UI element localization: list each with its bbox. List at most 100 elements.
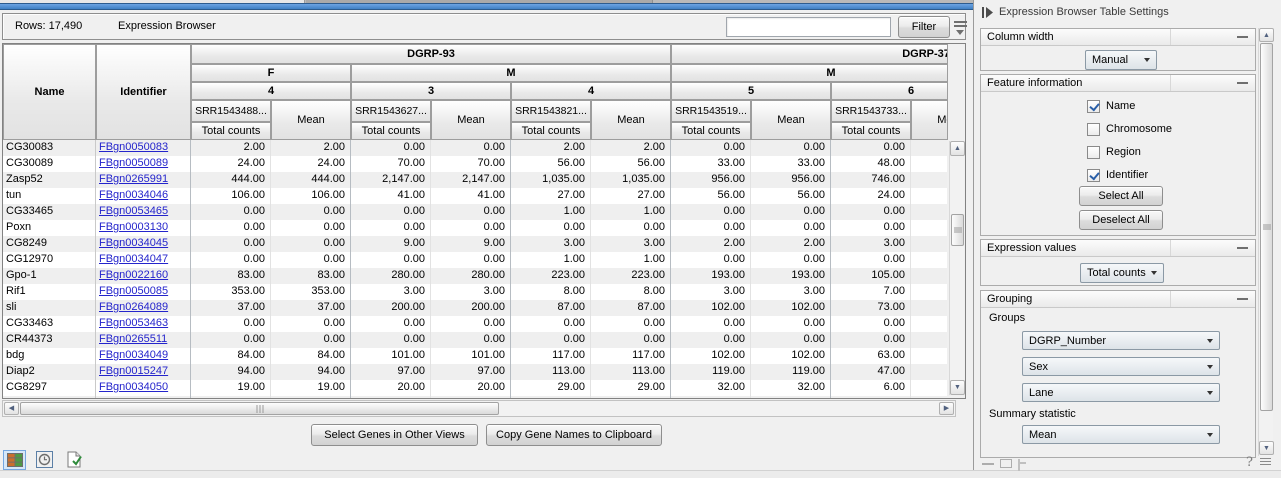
checkbox-region[interactable] <box>1087 146 1100 159</box>
table-row[interactable]: sliFBgn026408937.0037.00200.00200.0087.0… <box>3 300 947 316</box>
table-row[interactable]: Diap2FBgn001524794.0094.0097.0097.00113.… <box>3 364 947 380</box>
identifier-link[interactable]: FBgn0034046 <box>99 189 168 201</box>
vertical-scroll-thumb[interactable] <box>951 214 964 246</box>
checkbox-name[interactable] <box>1087 100 1100 113</box>
group-dropdown-sex[interactable]: Sex <box>1022 357 1220 376</box>
float-panel-icon[interactable] <box>1000 459 1012 468</box>
select-all-button[interactable]: Select All <box>1079 186 1163 206</box>
identifier-link[interactable]: FBgn0050085 <box>99 285 168 297</box>
expression-values-dropdown[interactable]: Total counts <box>1080 263 1164 283</box>
element-info-view-icon[interactable] <box>63 450 86 470</box>
minimize-panel-icon[interactable] <box>982 463 994 465</box>
feature-checkbox-row[interactable]: Identifier <box>1087 168 1148 182</box>
identifier-link[interactable]: FBgn0034049 <box>99 349 168 361</box>
scroll-down-arrow[interactable]: ▼ <box>1259 441 1274 455</box>
scroll-down-arrow[interactable]: ▼ <box>950 380 965 395</box>
collapse-panel-icon[interactable] <box>982 7 993 18</box>
table-row[interactable]: MlfFBgn0034051333.00333.00241.00241.0026… <box>3 396 947 398</box>
checkbox-identifier[interactable] <box>1087 169 1100 182</box>
sample-header[interactable]: SRR1543627... <box>351 100 431 122</box>
sample-header[interactable]: SRR1543519... <box>671 100 751 122</box>
table-row[interactable]: Gpo-1FBgn002216083.0083.00280.00280.0022… <box>3 268 947 284</box>
identifier-link[interactable]: FBgn0050089 <box>99 157 168 169</box>
collapse-section-icon[interactable] <box>1237 298 1248 300</box>
total-counts-header[interactable]: Total counts <box>511 122 591 140</box>
total-counts-header[interactable]: Total counts <box>671 122 751 140</box>
section-header[interactable]: Expression values <box>981 240 1255 257</box>
total-counts-header[interactable]: Total counts <box>191 122 271 140</box>
table-row[interactable]: CG33465FBgn00534650.000.000.000.001.001.… <box>3 204 947 220</box>
identifier-link[interactable]: FBgn0022160 <box>99 269 168 281</box>
dock-panel-icon[interactable] <box>1018 459 1020 471</box>
table-row[interactable]: bdgFBgn003404984.0084.00101.00101.00117.… <box>3 348 947 364</box>
identifier-link[interactable]: FBgn0053463 <box>99 317 168 329</box>
identifier-link[interactable]: FBgn0003130 <box>99 221 168 233</box>
group-dropdown-lane[interactable]: Lane <box>1022 383 1220 402</box>
history-view-icon[interactable] <box>33 450 56 470</box>
section-header[interactable]: Feature information <box>981 75 1255 92</box>
scroll-up-arrow[interactable]: ▲ <box>950 141 965 156</box>
identifier-link[interactable]: FBgn0053465 <box>99 205 168 217</box>
total-counts-header[interactable]: Total counts <box>831 122 911 140</box>
sample-header[interactable]: SRR1543488... <box>191 100 271 122</box>
table-row[interactable]: CG8297FBgn003405019.0019.0020.0020.0029.… <box>3 380 947 396</box>
collapse-section-icon[interactable] <box>1237 82 1248 84</box>
sample-header[interactable]: SRR1543733... <box>831 100 911 122</box>
total-counts-header[interactable]: Total counts <box>351 122 431 140</box>
identifier-link[interactable]: FBgn0265511 <box>99 333 167 345</box>
collapse-section-icon[interactable] <box>1237 247 1248 249</box>
feature-checkbox-row[interactable]: Region <box>1087 145 1141 159</box>
identifier-link[interactable]: FBgn0034045 <box>99 237 168 249</box>
scroll-left-arrow[interactable]: ◀ <box>4 402 19 415</box>
scroll-up-arrow[interactable]: ▲ <box>1259 28 1274 42</box>
feature-checkbox-row[interactable]: Name <box>1087 99 1135 113</box>
copy-gene-names-button[interactable]: Copy Gene Names to Clipboard <box>486 424 662 446</box>
section-header[interactable]: Column width <box>981 29 1255 46</box>
scroll-right-arrow[interactable]: ▶ <box>939 402 954 415</box>
filter-options-icon[interactable] <box>953 20 969 36</box>
table-horizontal-scrollbar[interactable]: ◀ ▶ <box>2 400 956 417</box>
table-view-icon[interactable] <box>3 450 26 470</box>
table-row[interactable]: CG30089FBgn005008924.0024.0070.0070.0056… <box>3 156 947 172</box>
table-row[interactable]: CG30083FBgn00500832.002.000.000.002.002.… <box>3 140 947 156</box>
table-row[interactable]: PoxnFBgn00031300.000.000.000.000.000.000… <box>3 220 947 236</box>
table-row[interactable]: Rif1FBgn0050085353.00353.003.003.008.008… <box>3 284 947 300</box>
help-icon[interactable]: ? <box>1246 455 1253 470</box>
collapse-section-icon[interactable] <box>1237 36 1248 38</box>
table-row[interactable]: tunFBgn0034046106.00106.0041.0041.0027.0… <box>3 188 947 204</box>
identifier-link[interactable]: FBgn0015247 <box>99 365 168 377</box>
identifier-link[interactable]: FBgn0265991 <box>99 173 168 185</box>
identifier-link[interactable]: FBgn0034051 <box>99 397 168 398</box>
feature-checkbox-row[interactable]: Chromosome <box>1087 122 1172 136</box>
identifier-link[interactable]: FBgn0034047 <box>99 253 168 265</box>
deselect-all-button[interactable]: Deselect All <box>1079 210 1163 230</box>
summary-statistic-dropdown[interactable]: Mean <box>1022 425 1220 444</box>
identifier-link[interactable]: FBgn0034050 <box>99 381 168 393</box>
section-header[interactable]: Grouping <box>981 291 1255 308</box>
identifier-link[interactable]: FBgn0264089 <box>99 301 168 313</box>
sample-header[interactable]: SRR1543821... <box>511 100 591 122</box>
identifier-link[interactable]: FBgn0050083 <box>99 141 168 153</box>
filter-input[interactable] <box>726 17 891 37</box>
mean-header[interactable]: Mean <box>271 100 351 140</box>
column-header-identifier[interactable]: Identifier <box>96 44 191 140</box>
filter-button[interactable]: Filter <box>898 16 950 38</box>
group-dropdown-dgrp_number[interactable]: DGRP_Number <box>1022 331 1220 350</box>
table-row[interactable]: CR44373FBgn02655110.000.000.000.000.000.… <box>3 332 947 348</box>
panel-scroll-thumb[interactable] <box>1260 43 1273 411</box>
horizontal-scroll-thumb[interactable] <box>20 402 499 415</box>
column-header-name[interactable]: Name <box>3 44 96 140</box>
view-settings-icon[interactable] <box>1260 458 1272 468</box>
table-row[interactable]: CG33463FBgn00534630.000.000.000.000.000.… <box>3 316 947 332</box>
table-vertical-scrollbar[interactable]: ▲ ▼ <box>949 141 964 395</box>
checkbox-chromosome[interactable] <box>1087 123 1100 136</box>
column-width-dropdown[interactable]: Manual <box>1085 50 1157 70</box>
select-genes-button[interactable]: Select Genes in Other Views <box>311 424 478 446</box>
mean-header[interactable]: Mean <box>911 100 947 140</box>
table-row[interactable]: Zasp52FBgn0265991444.00444.002,147.002,1… <box>3 172 947 188</box>
panel-vertical-scrollbar[interactable]: ▲ ▼ <box>1258 28 1273 456</box>
mean-header[interactable]: Mean <box>591 100 671 140</box>
mean-header[interactable]: Mean <box>431 100 511 140</box>
table-row[interactable]: CG12970FBgn00340470.000.000.000.001.001.… <box>3 252 947 268</box>
mean-header[interactable]: Mean <box>751 100 831 140</box>
